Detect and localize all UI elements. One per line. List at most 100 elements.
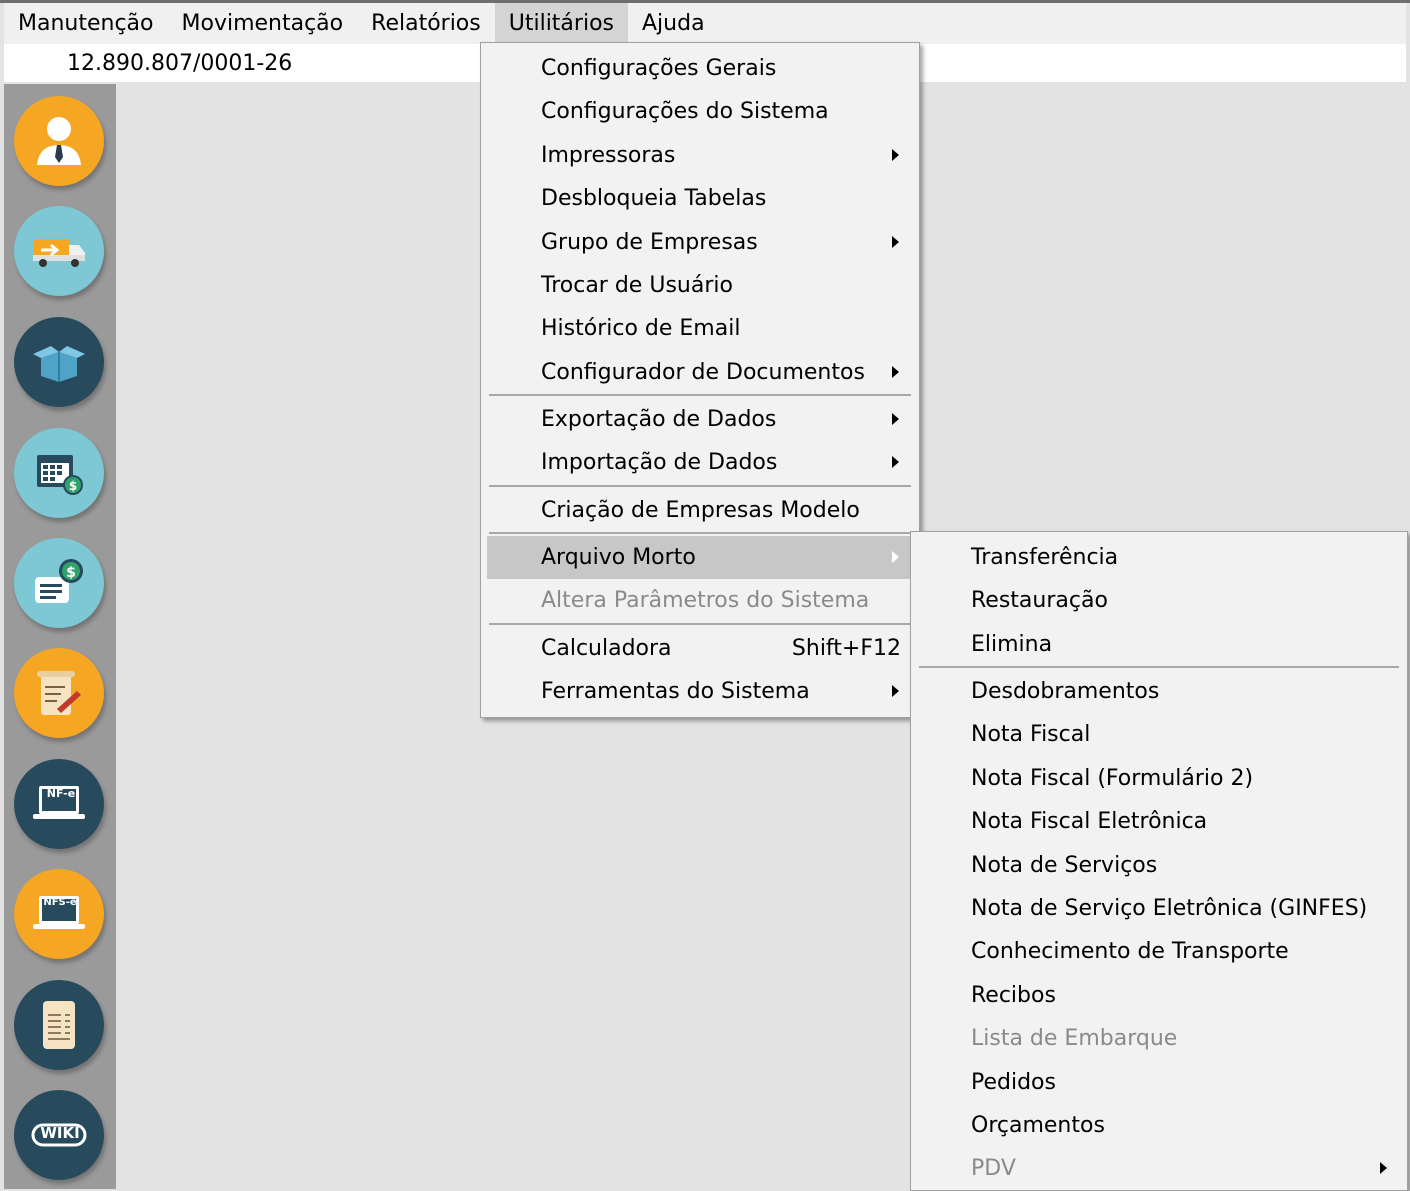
contracts-button[interactable] xyxy=(14,648,104,738)
menu-item-label: Desdobramentos xyxy=(971,679,1160,704)
menu-item-label: Elimina xyxy=(971,632,1053,657)
submenu-item-nota-fiscal-eletronica[interactable]: Nota Fiscal Eletrônica xyxy=(917,800,1401,843)
menu-bar: Manutenção Movimentação Relatórios Utili… xyxy=(4,3,1406,44)
menu-item-label: Orçamentos xyxy=(971,1113,1105,1138)
menu-item-label: Nota de Serviços xyxy=(971,853,1158,878)
menu-item-label: Nota de Serviço Eletrônica (GINFES) xyxy=(971,896,1368,921)
submenu-item-conhecimento-transporte[interactable]: Conhecimento de Transporte xyxy=(917,930,1401,973)
submenu-item-transferencia[interactable]: Transferência xyxy=(917,536,1401,579)
menu-item-label: Desbloqueia Tabelas xyxy=(541,186,767,211)
menu-item-label: Lista de Embarque xyxy=(971,1026,1178,1051)
menu-item-label: Impressoras xyxy=(541,143,676,168)
financial-calendar-button[interactable]: $ xyxy=(14,428,104,518)
menu-item-trocar-usuario[interactable]: Trocar de Usuário xyxy=(487,264,913,307)
menu-item-label: PDV xyxy=(971,1156,1016,1181)
menu-ajuda[interactable]: Ajuda xyxy=(628,3,719,44)
menu-item-exportacao-dados[interactable]: Exportação de Dados xyxy=(487,398,913,441)
menu-item-desbloqueia-tabelas[interactable]: Desbloqueia Tabelas xyxy=(487,177,913,220)
submenu-item-recibos[interactable]: Recibos xyxy=(917,974,1401,1017)
menu-item-altera-parametros: Altera Parâmetros do Sistema xyxy=(487,579,913,622)
company-cnpj: 12.890.807/0001-26 xyxy=(67,50,293,76)
arquivo-morto-submenu: Transferência Restauração Elimina Desdob… xyxy=(910,531,1408,1191)
menu-item-configuracoes-gerais[interactable]: Configurações Gerais xyxy=(487,47,913,90)
menu-separator xyxy=(489,485,911,487)
menu-separator xyxy=(489,623,911,625)
utilitarios-dropdown: Configurações Gerais Configurações do Si… xyxy=(480,42,920,718)
open-box-icon xyxy=(33,346,85,382)
nfse-button[interactable] xyxy=(14,869,104,959)
svg-text:$: $ xyxy=(66,565,76,581)
calendar-money-icon: $ xyxy=(37,455,83,495)
menu-item-label: Altera Parâmetros do Sistema xyxy=(541,588,870,613)
menu-item-importacao-dados[interactable]: Importação de Dados xyxy=(487,441,913,484)
menu-separator xyxy=(919,666,1399,668)
menu-item-label: Exportação de Dados xyxy=(541,407,777,432)
menu-item-impressoras[interactable]: Impressoras xyxy=(487,134,913,177)
submenu-item-pdv: PDV xyxy=(917,1147,1401,1190)
menu-separator xyxy=(489,532,911,534)
billing-button[interactable]: $ xyxy=(14,538,104,628)
receipt-icon xyxy=(43,1001,75,1049)
delivery-truck-icon xyxy=(33,239,85,267)
shortcut-label: Shift+F12 xyxy=(791,636,901,661)
menu-item-grupo-empresas[interactable]: Grupo de Empresas xyxy=(487,221,913,264)
submenu-arrow-icon xyxy=(892,551,899,563)
menu-relatorios[interactable]: Relatórios xyxy=(357,3,495,44)
submenu-arrow-icon xyxy=(892,366,899,378)
submenu-item-orcamentos[interactable]: Orçamentos xyxy=(917,1104,1401,1147)
nfse-icon-label: NFS-e xyxy=(43,897,77,908)
submenu-arrow-icon xyxy=(892,149,899,161)
submenu-item-pedidos[interactable]: Pedidos xyxy=(917,1061,1401,1104)
menu-item-label: Nota Fiscal (Formulário 2) xyxy=(971,766,1254,791)
menu-item-label: Ferramentas do Sistema xyxy=(541,679,810,704)
menu-item-label: Conhecimento de Transporte xyxy=(971,939,1289,964)
submenu-item-lista-embarque: Lista de Embarque xyxy=(917,1017,1401,1060)
user-icon xyxy=(37,117,81,165)
menu-item-historico-email[interactable]: Histórico de Email xyxy=(487,307,913,350)
submenu-item-elimina[interactable]: Elimina xyxy=(917,623,1401,666)
menu-item-label: Grupo de Empresas xyxy=(541,230,758,255)
menu-item-label: Arquivo Morto xyxy=(541,545,696,570)
submenu-arrow-icon xyxy=(892,685,899,697)
menu-utilitarios[interactable]: Utilitários xyxy=(494,3,628,44)
menu-item-calculadora[interactable]: Calculadora Shift+F12 xyxy=(487,627,913,670)
products-button[interactable] xyxy=(14,317,104,407)
submenu-item-restauracao[interactable]: Restauração xyxy=(917,579,1401,622)
menu-item-label: Restauração xyxy=(971,588,1108,613)
svg-text:$: $ xyxy=(69,479,77,493)
menu-item-label: Trocar de Usuário xyxy=(541,273,733,298)
submenu-item-nota-fiscal-formulario-2[interactable]: Nota Fiscal (Formulário 2) xyxy=(917,757,1401,800)
menu-item-configuracoes-sistema[interactable]: Configurações do Sistema xyxy=(487,90,913,133)
menu-item-label: Configurações do Sistema xyxy=(541,99,829,124)
nfe-button[interactable] xyxy=(14,759,104,849)
money-document-icon: $ xyxy=(35,559,83,603)
menu-item-arquivo-morto[interactable]: Arquivo Morto xyxy=(487,536,913,579)
submenu-arrow-icon xyxy=(892,456,899,468)
menu-item-ferramentas-sistema[interactable]: Ferramentas do Sistema xyxy=(487,670,913,713)
submenu-arrow-icon xyxy=(892,413,899,425)
menu-movimentacao[interactable]: Movimentação xyxy=(168,3,358,44)
menu-item-label: Recibos xyxy=(971,983,1056,1008)
menu-item-label: Importação de Dados xyxy=(541,450,778,475)
menu-manutencao[interactable]: Manutenção xyxy=(4,3,168,44)
submenu-arrow-icon xyxy=(892,236,899,248)
nfe-laptop-icon xyxy=(33,786,85,819)
menu-item-label: Pedidos xyxy=(971,1070,1056,1095)
submenu-item-nota-servicos[interactable]: Nota de Serviços xyxy=(917,844,1401,887)
menu-item-configurador-documentos[interactable]: Configurador de Documentos xyxy=(487,351,913,394)
user-button[interactable] xyxy=(14,96,104,186)
submenu-item-desdobramentos[interactable]: Desdobramentos xyxy=(917,670,1401,713)
menu-item-criacao-empresas-modelo[interactable]: Criação de Empresas Modelo xyxy=(487,489,913,532)
delivery-button[interactable] xyxy=(14,206,104,296)
submenu-item-nota-servico-eletronica[interactable]: Nota de Serviço Eletrônica (GINFES) xyxy=(917,887,1401,930)
menu-item-label: Criação de Empresas Modelo xyxy=(541,498,860,523)
menu-separator xyxy=(489,394,911,396)
nfse-laptop-icon xyxy=(33,896,85,929)
receipts-button[interactable] xyxy=(14,980,104,1070)
menu-item-label: Histórico de Email xyxy=(541,316,741,341)
menu-item-label: Transferência xyxy=(971,545,1119,570)
menu-item-label: Nota Fiscal xyxy=(971,722,1091,747)
submenu-item-nota-fiscal[interactable]: Nota Fiscal xyxy=(917,713,1401,756)
menu-item-label: Calculadora xyxy=(541,636,672,661)
menu-item-label: Nota Fiscal Eletrônica xyxy=(971,809,1208,834)
